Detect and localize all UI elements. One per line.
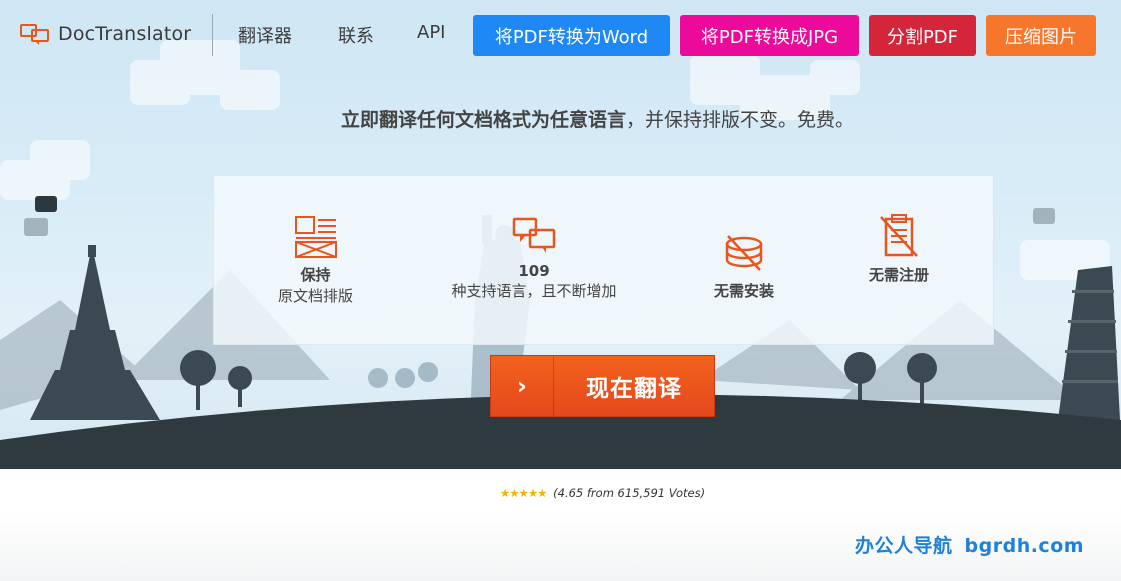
layout-icon [294,216,337,258]
translate-now-label: 现在翻译 [586,376,682,402]
rating-stars: ★★★★★ [499,486,548,500]
nav-link-translator[interactable]: 翻译器 [238,22,292,48]
watermark-domain: bgrdh.com [964,535,1085,557]
tagline-rest: ，并保持排版不变。免费。 [626,109,855,131]
feature-subtitle: 原文档排版 [277,287,353,305]
feature-languages: 109 种支持语言，且不断增加 [434,216,634,301]
top-navigation: DocTranslator 翻译器 联系 API 将PDF转换为Word 将PD… [0,0,1121,70]
feature-no-install: 无需安装 [684,234,804,301]
features-panel: 保持 原文档排版 109 种支持语言，且不断增加 无需安装 无需注册 [213,175,994,345]
feature-title: 保持 [300,266,331,284]
pdf-to-word-button[interactable]: 将PDF转换为Word [473,15,670,56]
feature-title: 无需注册 [868,266,929,284]
split-pdf-button[interactable]: 分割PDF [869,15,976,56]
brand-name: DocTranslator [58,23,192,45]
translate-icon [512,217,556,253]
feature-keep-layout: 保持 原文档排版 [244,216,387,306]
nav-link-api[interactable]: API [417,22,445,43]
logo-icon [20,24,49,45]
watermark: 办公人导航 bgrdh.com [855,531,1084,558]
no-install-icon [725,235,763,271]
rating-text: (4.65 from 615,591 Votes) [553,486,706,500]
nav-link-contact[interactable]: 联系 [338,22,374,48]
brand-logo[interactable]: DocTranslator [20,18,191,50]
compress-image-button[interactable]: 压缩图片 [986,15,1096,56]
nav-divider [212,14,213,56]
pdf-to-jpg-button[interactable]: 将PDF转换成JPG [680,15,859,56]
translate-now-button[interactable]: › 现在翻译 [490,355,715,417]
rating: ★★★★★ (4.65 from 615,591 Votes) [0,486,1121,500]
no-register-icon [880,214,918,257]
chevron-right-icon: › [491,356,554,416]
feature-no-register: 无需注册 [844,214,954,285]
tagline-bold: 立即翻译任何文档格式为任意语言 [340,109,626,131]
feature-subtitle: 种支持语言，且不断增加 [451,282,617,300]
feature-title: 109 [518,262,550,280]
watermark-name: 办公人导航 [855,535,953,557]
feature-title: 无需安装 [713,282,774,300]
tagline: 立即翻译任何文档格式为任意语言，并保持排版不变。免费。 [0,105,1121,132]
